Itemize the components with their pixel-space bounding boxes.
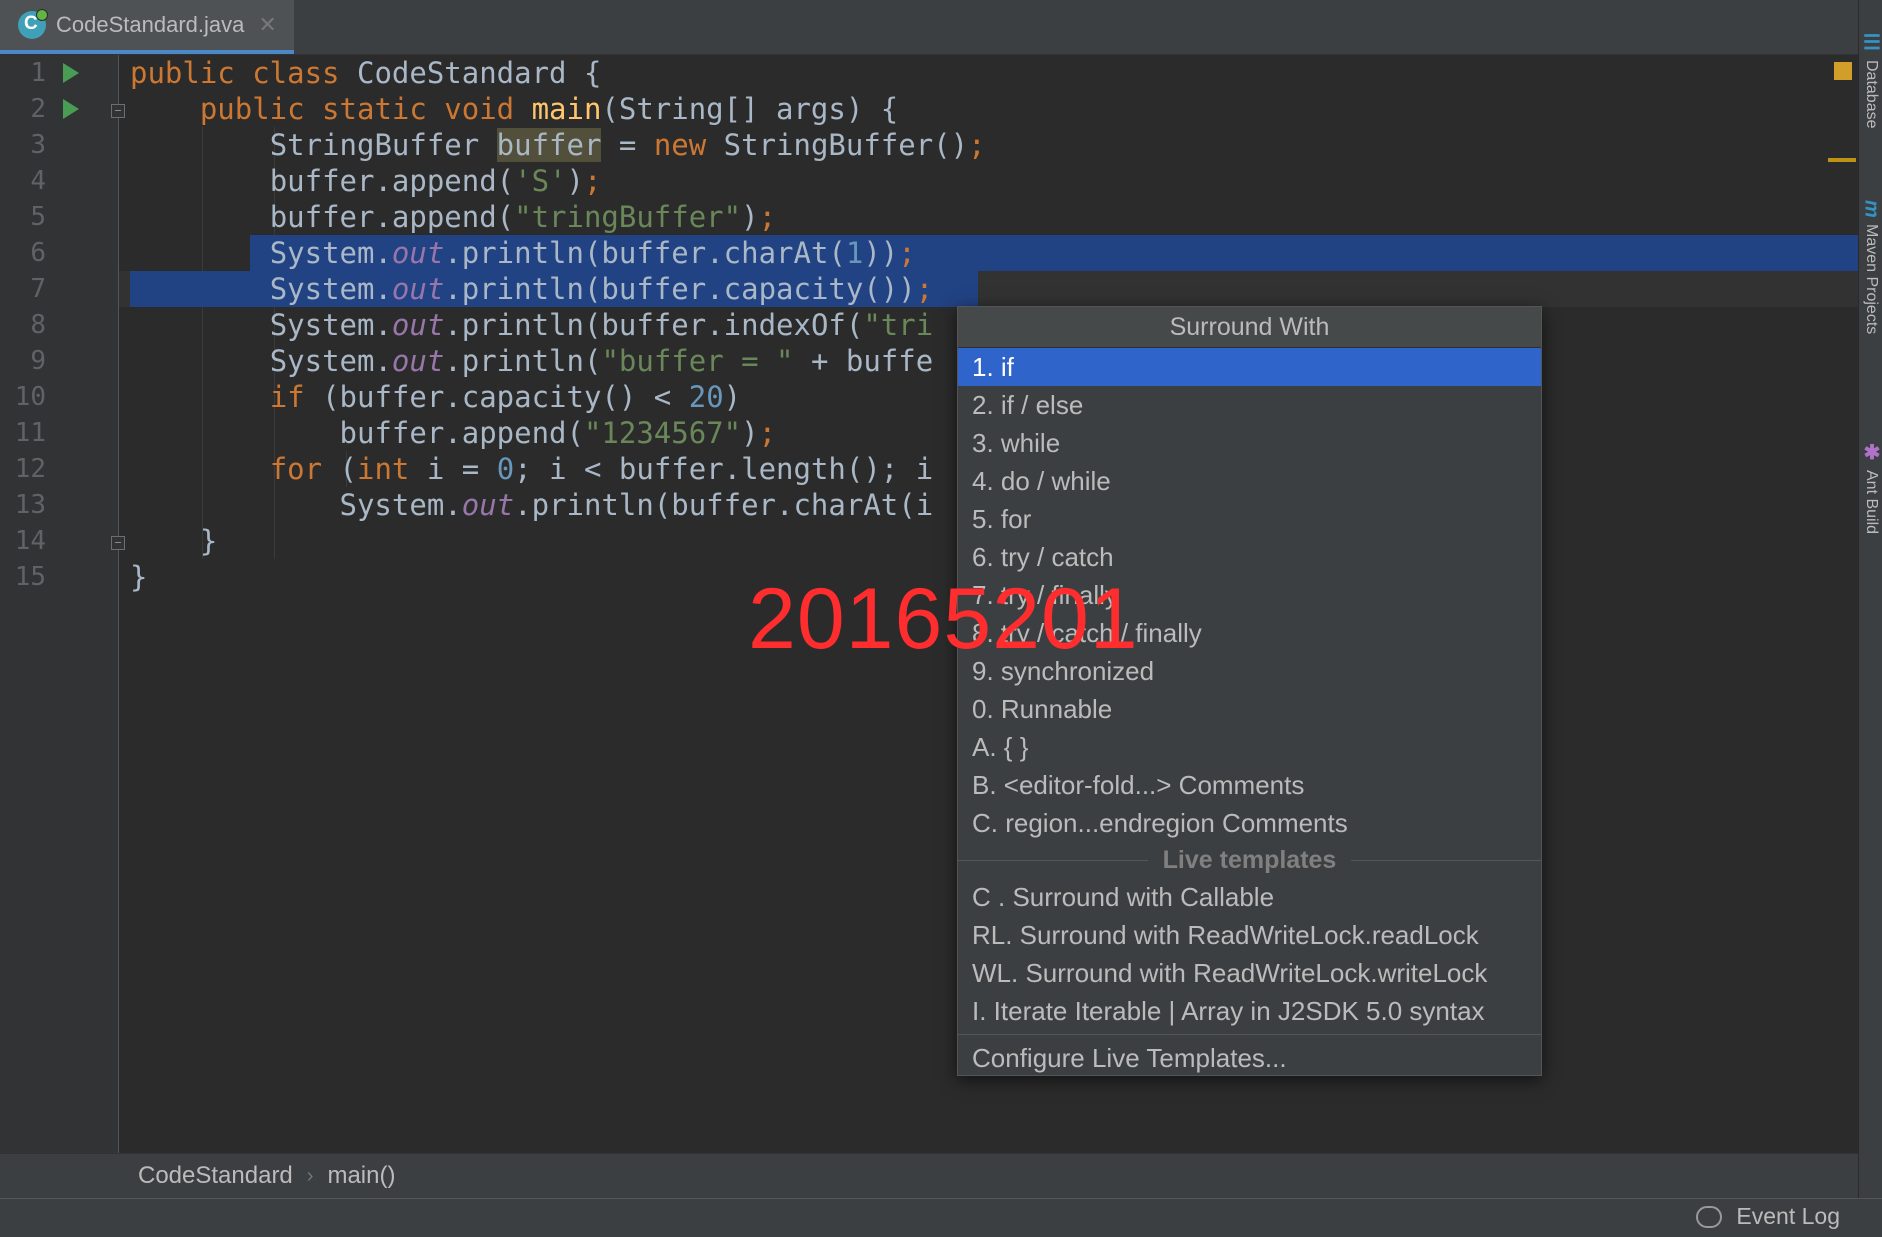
configure-live-templates[interactable]: Configure Live Templates... bbox=[958, 1039, 1541, 1077]
event-log-button[interactable]: Event Log bbox=[1696, 1203, 1840, 1230]
code-line-2: public static void main(String[] args) { bbox=[119, 91, 1858, 127]
maven-icon: m bbox=[1860, 200, 1882, 218]
run-class-icon[interactable] bbox=[63, 63, 79, 83]
breadcrumb: CodeStandard › main() bbox=[0, 1153, 1858, 1198]
code-line-7-selected: System.out.println(buffer.capacity()); bbox=[119, 271, 1858, 307]
editor-gutter: 1 2 3 4 5 6 7 8 9 10 11 12 13 14 15 bbox=[0, 55, 119, 1153]
database-icon: ☰ bbox=[1859, 30, 1882, 54]
right-tool-stripe: ☰ Database m Maven Projects ✱ Ant Build bbox=[1858, 0, 1882, 1198]
popup-item-if-else[interactable]: 2. if / else bbox=[958, 386, 1541, 424]
surround-with-popup: Surround With 1. if 2. if / else 3. whil… bbox=[957, 306, 1542, 1076]
line-number: 12 bbox=[0, 451, 46, 487]
line-number: 4 bbox=[0, 163, 46, 199]
run-main-icon[interactable] bbox=[63, 99, 79, 119]
line-number: 10 bbox=[0, 379, 46, 415]
line-number: 6 bbox=[0, 235, 46, 271]
popup-item-region[interactable]: C. region...endregion Comments bbox=[958, 804, 1541, 842]
code-line-5: buffer.append("tringBuffer"); bbox=[119, 199, 1858, 235]
java-class-icon: C bbox=[18, 11, 46, 39]
line-number: 11 bbox=[0, 415, 46, 451]
ant-icon: ✱ bbox=[1859, 440, 1882, 464]
line-number: 5 bbox=[0, 199, 46, 235]
code-line-1: public class CodeStandard { bbox=[119, 55, 1858, 91]
popup-item-readlock[interactable]: RL. Surround with ReadWriteLock.readLock bbox=[958, 916, 1541, 954]
breadcrumb-class[interactable]: CodeStandard bbox=[138, 1162, 293, 1190]
event-log-icon bbox=[1696, 1206, 1722, 1228]
ant-build-tool-button[interactable]: ✱ Ant Build bbox=[1859, 440, 1882, 534]
code-line-6-selected: System.out.println(buffer.charAt(1)); bbox=[119, 235, 1858, 271]
popup-item-callable[interactable]: C . Surround with Callable bbox=[958, 878, 1541, 916]
code-line-3: StringBuffer buffer = new StringBuffer()… bbox=[119, 127, 1858, 163]
close-icon[interactable]: ✕ bbox=[258, 12, 276, 38]
line-number: 1 bbox=[0, 55, 46, 91]
tab-codestandard-java[interactable]: C CodeStandard.java ✕ bbox=[0, 0, 294, 54]
live-templates-header: Live templates bbox=[958, 842, 1541, 878]
code-line-4: buffer.append('S'); bbox=[119, 163, 1858, 199]
popup-item-braces[interactable]: A. { } bbox=[958, 728, 1541, 766]
watermark-text: 20165201 bbox=[748, 570, 1139, 669]
breadcrumb-separator: › bbox=[307, 1165, 314, 1188]
status-bar: Event Log bbox=[0, 1198, 1882, 1237]
line-number: 3 bbox=[0, 127, 46, 163]
tab-label: CodeStandard.java bbox=[56, 12, 244, 38]
popup-item-while[interactable]: 3. while bbox=[958, 424, 1541, 462]
database-tool-button[interactable]: ☰ Database bbox=[1859, 30, 1882, 129]
popup-item-writelock[interactable]: WL. Surround with ReadWriteLock.writeLoc… bbox=[958, 954, 1541, 992]
popup-item-editor-fold[interactable]: B. <editor-fold...> Comments bbox=[958, 766, 1541, 804]
line-number: 14 bbox=[0, 523, 46, 559]
line-number: 15 bbox=[0, 559, 46, 595]
popup-divider bbox=[958, 1034, 1541, 1035]
line-number: 7 bbox=[0, 271, 46, 307]
popup-item-if[interactable]: 1. if bbox=[958, 348, 1541, 386]
line-number: 2 bbox=[0, 91, 46, 127]
line-number: 13 bbox=[0, 487, 46, 523]
popup-title: Surround With bbox=[958, 307, 1541, 348]
breadcrumb-method[interactable]: main() bbox=[327, 1162, 395, 1190]
line-number: 8 bbox=[0, 307, 46, 343]
analysis-status-icon[interactable] bbox=[1834, 62, 1852, 80]
editor-tab-bar: C CodeStandard.java ✕ bbox=[0, 0, 1858, 55]
popup-item-for[interactable]: 5. for bbox=[958, 500, 1541, 538]
popup-item-do-while[interactable]: 4. do / while bbox=[958, 462, 1541, 500]
popup-item-runnable[interactable]: 0. Runnable bbox=[958, 690, 1541, 728]
popup-item-iterate[interactable]: I. Iterate Iterable | Array in J2SDK 5.0… bbox=[958, 992, 1541, 1030]
line-number: 9 bbox=[0, 343, 46, 379]
warning-stripe-mark[interactable] bbox=[1828, 158, 1856, 162]
maven-projects-tool-button[interactable]: m Maven Projects bbox=[1859, 200, 1882, 334]
